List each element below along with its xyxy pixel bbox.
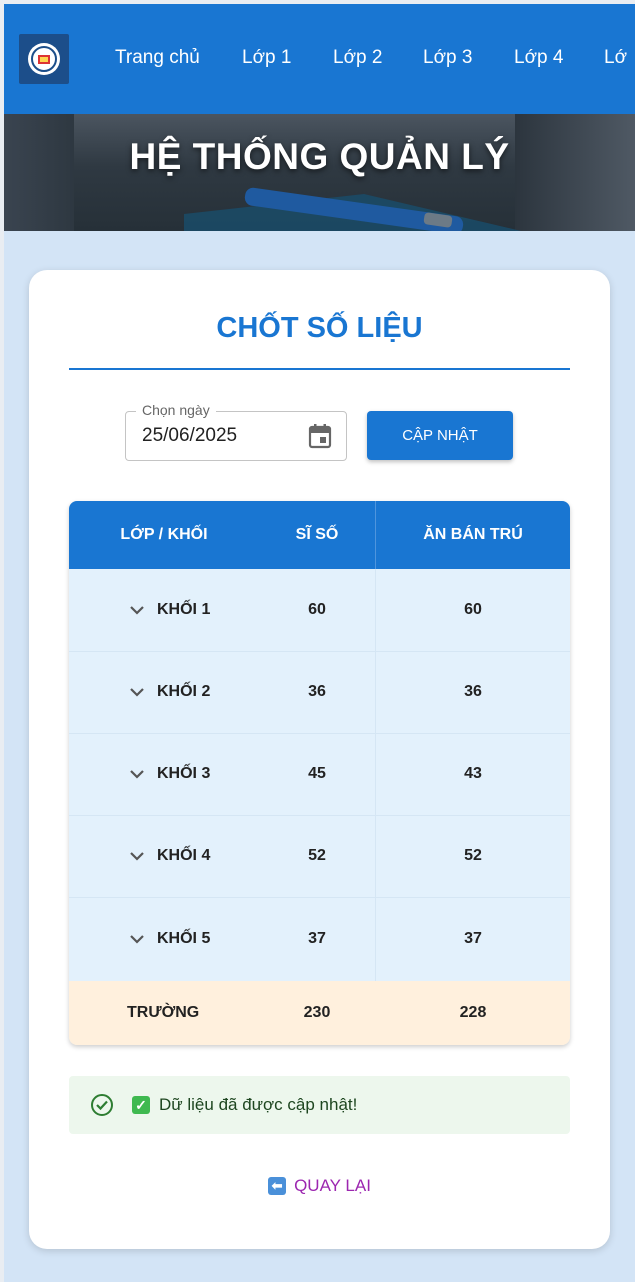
total-label: TRƯỜNG bbox=[127, 1004, 200, 1021]
grade-name: KHỐI 1 bbox=[157, 601, 211, 618]
grade-name: KHỐI 5 bbox=[157, 930, 211, 947]
hero-title: HỆ THỐNG QUẢN LÝ bbox=[129, 136, 510, 177]
date-picker-field[interactable]: Chọn ngày 25/06/2025 bbox=[125, 402, 347, 461]
enrollment-value: 60 bbox=[308, 601, 326, 618]
chevron-down-icon[interactable] bbox=[127, 600, 147, 620]
boarding-value: 52 bbox=[464, 847, 482, 864]
summary-table: LỚP / KHỐI SĨ SỐ ĂN BÁN TRÚ KHỐI 1 60 60… bbox=[69, 501, 570, 1045]
header-enrollment: SĨ SỐ bbox=[295, 526, 339, 543]
update-button[interactable]: CẬP NHẬT bbox=[367, 411, 513, 460]
table-row-grade-2[interactable]: KHỐI 2 36 36 bbox=[69, 651, 570, 734]
nav-item-class-5[interactable]: Lớ bbox=[604, 47, 627, 69]
boarding-value: 37 bbox=[464, 930, 482, 947]
header-boarding: ĂN BÁN TRÚ bbox=[423, 526, 523, 543]
school-emblem-icon[interactable] bbox=[19, 34, 69, 84]
back-link[interactable]: ⬅ QUAY LẠI bbox=[29, 1176, 610, 1196]
alert-message: Dữ liệu đã được cập nhật! bbox=[159, 1095, 358, 1114]
enrollment-value: 37 bbox=[308, 930, 326, 947]
chevron-down-icon[interactable] bbox=[127, 682, 147, 702]
date-field-value[interactable]: 25/06/2025 bbox=[142, 425, 237, 447]
back-link-label[interactable]: QUAY LẠI bbox=[294, 1176, 371, 1196]
enrollment-value: 52 bbox=[308, 847, 326, 864]
calendar-icon[interactable] bbox=[308, 423, 332, 449]
top-navbar: Trang chủ Lớp 1 Lớp 2 Lớp 3 Lớp 4 Lớ bbox=[4, 4, 635, 114]
boarding-value: 36 bbox=[464, 683, 482, 700]
boarding-value: 60 bbox=[464, 601, 482, 618]
grade-name: KHỐI 3 bbox=[157, 765, 211, 782]
nav-item-class-2[interactable]: Lớp 2 bbox=[333, 47, 382, 69]
title-divider bbox=[69, 368, 570, 370]
chevron-down-icon[interactable] bbox=[127, 764, 147, 784]
date-field-label: Chọn ngày bbox=[136, 402, 216, 418]
pen-image bbox=[184, 187, 522, 231]
hero-banner: HỆ THỐNG QUẢN LÝ bbox=[4, 114, 635, 231]
chevron-down-icon[interactable] bbox=[127, 846, 147, 866]
boarding-value: 43 bbox=[464, 765, 482, 782]
header-class-grade: LỚP / KHỐI bbox=[120, 526, 208, 543]
back-arrow-icon: ⬅ bbox=[268, 1177, 287, 1195]
table-header: LỚP / KHỐI SĨ SỐ ĂN BÁN TRÚ bbox=[69, 501, 570, 569]
data-card: CHỐT SỐ LIỆU Chọn ngày 25/06/2025 CẬP NH… bbox=[29, 270, 610, 1249]
total-enrollment-value: 230 bbox=[303, 1004, 331, 1021]
chevron-down-icon[interactable] bbox=[127, 929, 147, 949]
nav-item-class-4[interactable]: Lớp 4 bbox=[514, 47, 563, 69]
nav-item-class-3[interactable]: Lớp 3 bbox=[423, 47, 472, 69]
enrollment-value: 36 bbox=[308, 683, 326, 700]
card-title: CHỐT SỐ LIỆU bbox=[216, 312, 423, 344]
table-row-grade-1[interactable]: KHỐI 1 60 60 bbox=[69, 569, 570, 652]
table-row-grade-4[interactable]: KHỐI 4 52 52 bbox=[69, 815, 570, 898]
grade-name: KHỐI 4 bbox=[157, 847, 211, 864]
enrollment-value: 45 bbox=[308, 765, 326, 782]
nav-item-home[interactable]: Trang chủ bbox=[115, 47, 200, 69]
table-row-grade-3[interactable]: KHỐI 3 45 43 bbox=[69, 733, 570, 816]
success-alert: ✓ Dữ liệu đã được cập nhật! bbox=[69, 1076, 570, 1134]
total-boarding-value: 228 bbox=[459, 1004, 487, 1021]
nav-item-class-1[interactable]: Lớp 1 bbox=[242, 47, 291, 69]
table-row-total: TRƯỜNG 230 228 bbox=[69, 981, 570, 1045]
table-row-grade-5[interactable]: KHỐI 5 37 37 bbox=[69, 897, 570, 981]
check-mark-emoji-icon: ✓ bbox=[132, 1096, 150, 1114]
grade-name: KHỐI 2 bbox=[157, 683, 211, 700]
check-circle-icon bbox=[91, 1094, 113, 1116]
